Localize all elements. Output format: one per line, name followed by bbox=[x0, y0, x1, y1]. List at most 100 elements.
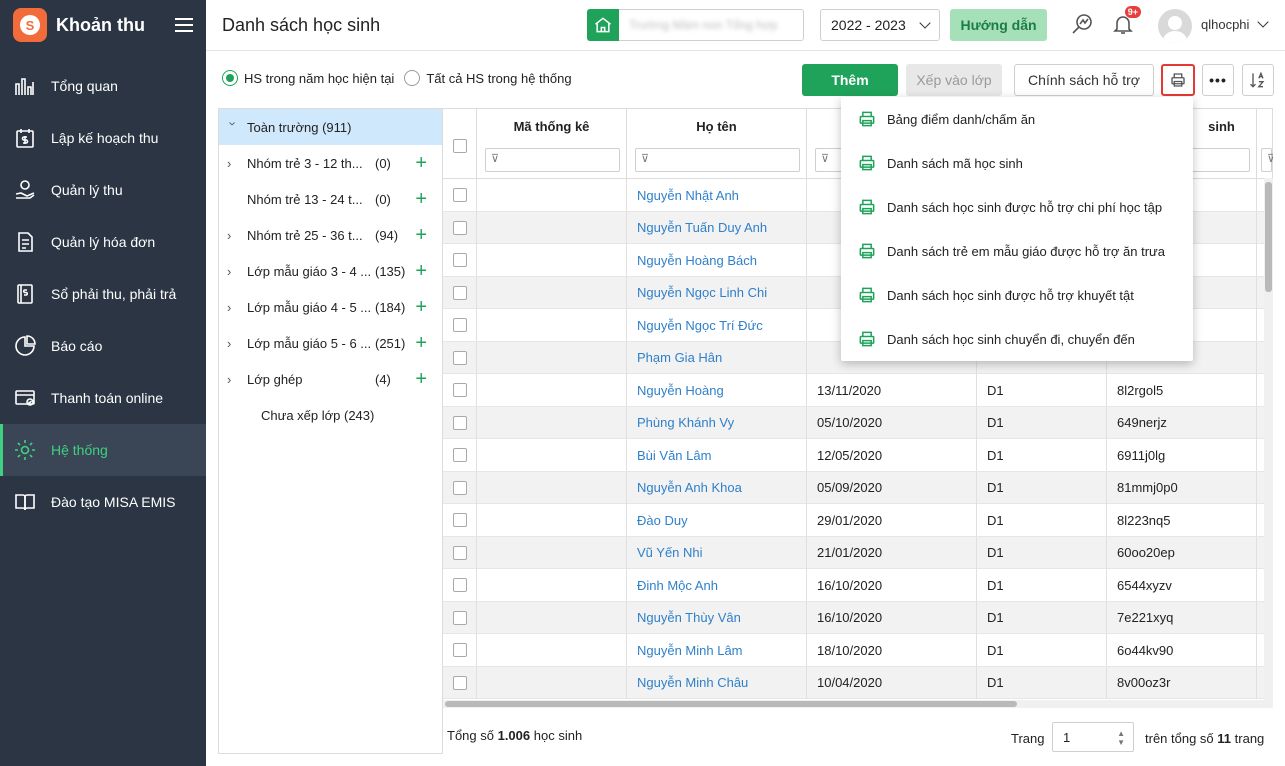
table-row[interactable]: Nguyễn Thùy Vân 16/10/2020 D1 7e221xyq bbox=[443, 601, 1273, 634]
radio-current-year[interactable]: HS trong năm học hiện tại bbox=[222, 70, 394, 86]
print-menu-item[interactable]: Danh sách học sinh chuyển đi, chuyển đến bbox=[841, 317, 1193, 361]
page-number-input[interactable]: 1 ▲ ▼ bbox=[1052, 722, 1134, 752]
filter-input[interactable] bbox=[485, 148, 620, 172]
sort-button[interactable] bbox=[1242, 64, 1274, 96]
chevron-down-icon[interactable]: › bbox=[226, 121, 241, 133]
cell-name[interactable]: Đào Duy bbox=[627, 504, 807, 536]
school-selector[interactable]: Trường Mầm non Tổng hợp bbox=[587, 9, 804, 41]
print-menu-item[interactable]: Danh sách học sinh được hỗ trợ chi phí h… bbox=[841, 185, 1193, 229]
cell-name[interactable]: Nguyễn Ngọc Linh Chi bbox=[627, 276, 807, 309]
app-logo[interactable]: S bbox=[13, 8, 47, 42]
username[interactable]: qlhocphi bbox=[1201, 17, 1249, 32]
row-checkbox[interactable] bbox=[453, 188, 467, 202]
analytics-icon[interactable] bbox=[1068, 10, 1096, 38]
row-checkbox[interactable] bbox=[453, 610, 467, 625]
row-checkbox[interactable] bbox=[453, 253, 467, 267]
filter-input[interactable] bbox=[1261, 148, 1273, 172]
tree-item[interactable]: › Nhóm trẻ 3 - 12 th... (0) + bbox=[219, 145, 442, 181]
row-checkbox[interactable] bbox=[453, 383, 467, 397]
sidebar-item-7[interactable]: Hệ thống bbox=[0, 424, 206, 476]
cell-name[interactable]: Nguyễn Minh Châu bbox=[627, 666, 807, 699]
horizontal-scrollbar[interactable] bbox=[443, 700, 1273, 708]
sidebar-item-0[interactable]: Tổng quan bbox=[0, 60, 206, 112]
row-checkbox[interactable] bbox=[453, 448, 467, 462]
cell-name[interactable]: Bùi Văn Lâm bbox=[627, 439, 807, 471]
cell-name[interactable]: Đinh Mộc Anh bbox=[627, 569, 807, 601]
cell-name[interactable]: Nguyễn Minh Lâm bbox=[627, 634, 807, 666]
cell-name[interactable]: Nguyễn Hoàng Bách bbox=[627, 244, 807, 276]
row-checkbox[interactable] bbox=[453, 545, 467, 560]
hamburger-menu-icon[interactable] bbox=[175, 18, 193, 32]
school-year-select[interactable]: 2022 - 2023 bbox=[820, 9, 940, 41]
table-row[interactable]: Nguyễn Anh Khoa 05/09/2020 D1 81mmj0p0 bbox=[443, 471, 1273, 504]
cell-name[interactable]: Nguyễn Hoàng bbox=[627, 374, 807, 406]
tree-item[interactable]: › Lớp mẫu giáo 4 - 5 ... (184) + bbox=[219, 289, 442, 325]
add-icon[interactable]: + bbox=[415, 225, 427, 245]
row-checkbox[interactable] bbox=[453, 480, 467, 495]
sidebar-item-1[interactable]: Lập kế hoạch thu bbox=[0, 112, 206, 164]
scrollbar-thumb[interactable] bbox=[1265, 182, 1272, 292]
chevron-down-icon[interactable] bbox=[1257, 16, 1269, 28]
row-checkbox[interactable] bbox=[453, 578, 467, 592]
cell-name[interactable]: Phạm Gia Hân bbox=[627, 341, 807, 374]
chevron-right-icon[interactable]: › bbox=[227, 336, 239, 351]
assign-class-button[interactable]: Xếp vào lớp bbox=[906, 64, 1002, 96]
tree-item-unassigned[interactable]: Chưa xếp lớp (243) bbox=[219, 397, 442, 433]
sidebar-item-3[interactable]: Quản lý hóa đơn bbox=[0, 216, 206, 268]
row-checkbox[interactable] bbox=[453, 285, 467, 300]
cell-name[interactable]: Nguyễn Nhật Anh bbox=[627, 179, 807, 211]
bell-icon[interactable]: 9+ bbox=[1109, 6, 1141, 38]
row-checkbox[interactable] bbox=[453, 318, 467, 332]
tree-root-whole-school[interactable]: › Toàn trường (911) bbox=[219, 109, 442, 145]
select-all-checkbox[interactable] bbox=[453, 139, 467, 153]
support-policy-button[interactable]: Chính sách hỗ trợ bbox=[1014, 64, 1154, 96]
sidebar-item-6[interactable]: Thanh toán online bbox=[0, 372, 206, 424]
spinner-icon[interactable]: ▲ ▼ bbox=[1117, 729, 1125, 747]
row-checkbox[interactable] bbox=[453, 675, 467, 690]
sidebar-item-2[interactable]: Quản lý thu bbox=[0, 164, 206, 216]
add-icon[interactable]: + bbox=[415, 369, 427, 389]
guide-button[interactable]: Hướng dẫn bbox=[950, 9, 1047, 41]
sidebar-item-4[interactable]: Sổ phải thu, phải trả bbox=[0, 268, 206, 320]
tree-item[interactable]: › Lớp ghép (4) + bbox=[219, 361, 442, 397]
print-menu-item[interactable]: Bảng điểm danh/chấm ăn bbox=[841, 97, 1193, 141]
chevron-right-icon[interactable]: › bbox=[227, 300, 239, 315]
add-icon[interactable]: + bbox=[415, 297, 427, 317]
table-row[interactable]: Phùng Khánh Vy 05/10/2020 D1 649nerjz bbox=[443, 406, 1273, 439]
row-checkbox[interactable] bbox=[453, 643, 467, 657]
print-menu-item[interactable]: Danh sách học sinh được hỗ trợ khuyết tậ… bbox=[841, 273, 1193, 317]
table-row[interactable]: Bùi Văn Lâm 12/05/2020 D1 6911j0lg bbox=[443, 439, 1273, 472]
table-row[interactable]: Đào Duy 29/01/2020 D1 8l223nq5 bbox=[443, 504, 1273, 537]
cell-name[interactable]: Nguyễn Tuấn Duy Anh bbox=[627, 211, 807, 244]
table-row[interactable]: Đinh Mộc Anh 16/10/2020 D1 6544xyzv bbox=[443, 569, 1273, 602]
chevron-right-icon[interactable]: › bbox=[227, 228, 239, 243]
avatar[interactable] bbox=[1158, 9, 1192, 43]
chevron-right-icon[interactable]: › bbox=[227, 156, 239, 171]
tree-item[interactable]: › Nhóm trẻ 25 - 36 t... (94) + bbox=[219, 217, 442, 253]
sidebar-item-5[interactable]: Báo cáo bbox=[0, 320, 206, 372]
print-menu-item[interactable]: Danh sách trẻ em mẫu giáo được hỗ trợ ăn… bbox=[841, 229, 1193, 273]
cell-name[interactable]: Vũ Yến Nhi bbox=[627, 536, 807, 569]
more-options-button[interactable]: ••• bbox=[1202, 64, 1234, 96]
scrollbar-thumb[interactable] bbox=[445, 701, 1017, 707]
add-icon[interactable]: + bbox=[415, 333, 427, 353]
cell-name[interactable]: Nguyễn Thùy Vân bbox=[627, 601, 807, 634]
cell-name[interactable]: Phùng Khánh Vy bbox=[627, 406, 807, 439]
cell-name[interactable]: Nguyễn Anh Khoa bbox=[627, 471, 807, 504]
row-checkbox[interactable] bbox=[453, 350, 467, 365]
chevron-right-icon[interactable]: › bbox=[227, 264, 239, 279]
add-icon[interactable]: + bbox=[415, 261, 427, 281]
vertical-scrollbar[interactable] bbox=[1264, 178, 1273, 700]
row-checkbox[interactable] bbox=[453, 513, 467, 527]
table-row[interactable]: Nguyễn Minh Lâm 18/10/2020 D1 6o44kv90 bbox=[443, 634, 1273, 667]
row-checkbox[interactable] bbox=[453, 220, 467, 235]
table-row[interactable]: Nguyễn Hoàng 13/11/2020 D1 8l2rgol5 bbox=[443, 374, 1273, 407]
add-icon[interactable]: + bbox=[415, 153, 427, 173]
add-icon[interactable]: + bbox=[415, 189, 427, 209]
row-checkbox[interactable] bbox=[453, 415, 467, 430]
add-button[interactable]: Thêm bbox=[802, 64, 898, 96]
tree-item[interactable]: Nhóm trẻ 13 - 24 t... (0) + bbox=[219, 181, 442, 217]
table-row[interactable]: Nguyễn Minh Châu 10/04/2020 D1 8v00oz3r bbox=[443, 666, 1273, 699]
print-menu-item[interactable]: Danh sách mã học sinh bbox=[841, 141, 1193, 185]
chevron-right-icon[interactable]: › bbox=[227, 372, 239, 387]
